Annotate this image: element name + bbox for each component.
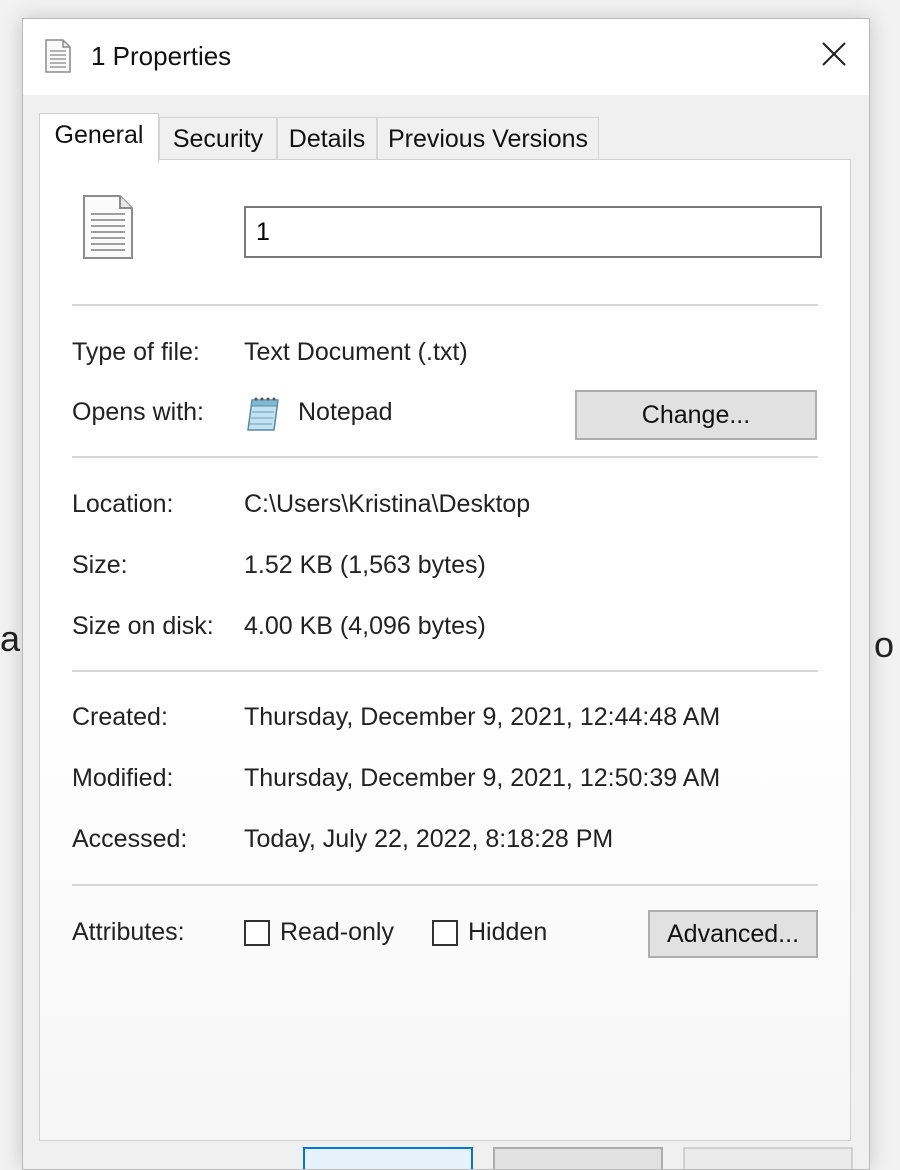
modified-label: Modified: [72,764,174,792]
close-button[interactable] [799,19,869,95]
location-label: Location: [72,490,174,518]
hidden-checkbox-box[interactable] [432,919,458,946]
accessed-value: Today, July 22, 2022, 8:18:28 PM [244,825,614,853]
attributes-label: Attributes: [72,918,185,946]
tab-security[interactable]: Security [159,117,277,161]
apply-button[interactable]: Apply [683,1147,853,1169]
created-label: Created: [72,703,168,731]
location-value: C:\Users\Kristina\Desktop [244,490,531,518]
properties-dialog: 1 Properties General Security Details Pr… [22,18,870,1170]
opens-with-label: Opens with: [72,398,205,426]
modified-value: Thursday, December 9, 2021, 12:50:39 AM [244,764,721,792]
type-of-file-value: Text Document (.txt) [244,338,468,366]
separator [72,456,818,458]
title-bar: 1 Properties [23,19,869,95]
tab-details[interactable]: Details [277,117,377,161]
file-name-input[interactable] [244,206,822,258]
general-tab-panel: Type of file: Text Document (.txt) Opens… [39,159,851,1141]
read-only-checkbox-box[interactable] [244,919,270,946]
separator [72,884,818,886]
text-document-icon [83,195,133,259]
tab-general[interactable]: General [39,113,159,163]
size-value: 1.52 KB (1,563 bytes) [244,551,486,579]
window-title: 1 Properties [91,41,232,71]
size-on-disk-label: Size on disk: [72,612,214,640]
background-text-left: la [0,618,21,659]
advanced-button[interactable]: Advanced... [648,910,818,958]
tab-previous-versions[interactable]: Previous Versions [377,117,599,161]
type-of-file-label: Type of file: [72,338,200,366]
size-on-disk-value: 4.00 KB (4,096 bytes) [244,612,486,640]
size-label: Size: [72,551,128,579]
cancel-button[interactable]: Cancel [493,1147,663,1169]
read-only-label: Read-only [280,918,394,946]
created-value: Thursday, December 9, 2021, 12:44:48 AM [244,703,721,731]
change-button[interactable]: Change... [575,390,817,440]
separator [72,670,818,672]
separator [72,304,818,306]
ok-button[interactable]: OK [303,1147,473,1169]
text-document-icon [45,39,71,73]
hidden-label: Hidden [468,918,548,946]
read-only-checkbox[interactable]: Read-only [244,918,394,947]
background-text-right: o [874,624,895,665]
hidden-checkbox[interactable]: Hidden [432,918,547,947]
accessed-label: Accessed: [72,825,188,853]
close-icon [822,42,846,66]
notepad-icon [247,397,279,431]
opens-with-value: Notepad [298,398,393,426]
